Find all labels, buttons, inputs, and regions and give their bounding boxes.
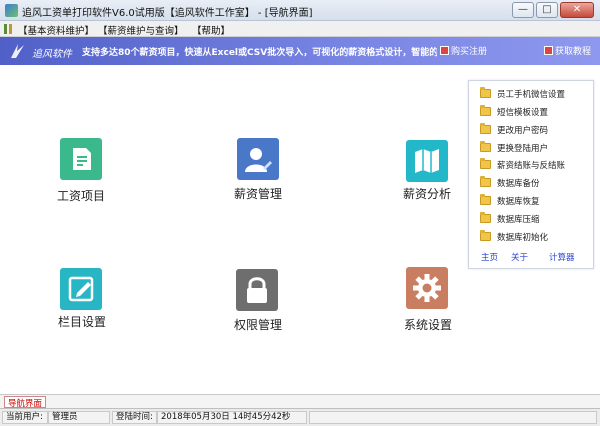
cart-icon	[440, 46, 449, 55]
side-item-label: 数据库备份	[497, 179, 540, 189]
side-item-wechat-settings[interactable]: 员工手机微信设置	[480, 87, 566, 102]
folder-icon	[480, 123, 491, 134]
side-item-label: 数据库恢复	[497, 197, 540, 207]
folder-icon	[480, 194, 491, 205]
side-item-sms-template[interactable]: 短信模板设置	[480, 105, 549, 120]
logo-icon	[11, 44, 24, 58]
folder-icon	[480, 158, 491, 169]
menu-grip-icon	[4, 24, 12, 34]
window-controls: — □ ✕	[512, 2, 594, 18]
side-item-label: 短信模板设置	[497, 108, 549, 118]
tab-strip: 导航界面	[0, 394, 600, 409]
folder-icon	[480, 230, 491, 241]
tile-salary-analysis-label: 薪资分析	[403, 187, 452, 201]
side-item-switch-user[interactable]: 更换登陆用户	[480, 141, 549, 156]
side-item-db-init[interactable]: 数据库初始化	[480, 230, 549, 245]
book-icon	[544, 46, 553, 55]
side-item-db-backup[interactable]: 数据库备份	[480, 176, 540, 191]
current-user-value: 管理员	[48, 411, 110, 424]
current-user-label: 当前用户:	[2, 411, 48, 424]
tile-salary-manage-label: 薪资管理	[234, 187, 283, 201]
banner: 追风软件 支持多达80个薪资项目，快速从Excel或CSV批次导入，可视化的薪资…	[0, 37, 600, 65]
side-item-label: 数据库压缩	[497, 215, 540, 225]
tile-salary-items-label: 工资项目	[57, 189, 106, 203]
app-icon	[5, 4, 18, 17]
get-tutorial-label: 获取教程	[555, 47, 592, 57]
side-item-db-compress[interactable]: 数据库压缩	[480, 212, 540, 227]
window-title: 追风工资单打印软件V6.0试用版【追风软件工作室】 - [导航界面]	[22, 8, 313, 19]
folder-icon	[480, 212, 491, 223]
side-item-db-restore[interactable]: 数据库恢复	[480, 194, 540, 209]
menu-basic-data[interactable]: 【基本资料维护】	[18, 23, 94, 37]
edit-icon	[60, 268, 102, 310]
tile-permission-manage-label: 权限管理	[234, 318, 283, 332]
quick-actions-panel: 员工手机微信设置 短信模板设置 更改用户密码 更换登陆用户 薪资结账与反结账 数…	[468, 80, 594, 269]
menu-bar: 【基本资料维护】 【薪资维护与查询】 【帮助】	[0, 21, 600, 37]
home-link[interactable]: 主页	[481, 251, 498, 263]
tile-system-settings-label: 系统设置	[404, 318, 453, 332]
tile-column-settings-label: 栏目设置	[58, 315, 107, 329]
status-spacer	[309, 411, 597, 424]
status-bar: 当前用户: 管理员 登陆时间: 2018年05月30日 14时45分42秒	[0, 408, 600, 426]
side-item-label: 数据库初始化	[497, 233, 549, 243]
folder-icon	[480, 87, 491, 98]
side-item-change-password[interactable]: 更改用户密码	[480, 123, 549, 138]
tab-navigation[interactable]: 导航界面	[4, 396, 47, 409]
menu-help[interactable]: 【帮助】	[192, 23, 230, 37]
side-item-label: 更改用户密码	[497, 126, 549, 136]
side-item-label: 员工手机微信设置	[497, 90, 566, 100]
menu-salary-query[interactable]: 【薪资维护与查询】	[98, 23, 184, 37]
login-time-value: 2018年05月30日 14时45分42秒	[157, 411, 307, 424]
folder-icon	[480, 105, 491, 116]
folder-icon	[480, 141, 491, 152]
user-edit-icon	[237, 138, 279, 180]
login-time-label: 登陆时间:	[112, 411, 157, 424]
side-item-label: 更换登陆用户	[497, 144, 549, 154]
document-icon	[60, 138, 102, 180]
title-bar: 追风工资单打印软件V6.0试用版【追风软件工作室】 - [导航界面] — □ ✕	[0, 0, 600, 21]
banner-marquee: 支持多达80个薪资项目，快速从Excel或CSV批次导入，可视化的薪资格式设计，…	[82, 48, 437, 58]
minimize-button[interactable]: —	[512, 2, 534, 18]
side-item-label: 薪资结账与反结账	[497, 161, 566, 171]
buy-register-button[interactable]: 购买注册	[440, 44, 487, 57]
about-link[interactable]: 关于	[511, 251, 528, 263]
gear-icon	[406, 267, 448, 309]
buy-register-label: 购买注册	[451, 47, 488, 57]
logo-text: 追风软件	[32, 49, 72, 60]
side-item-salary-closing[interactable]: 薪资结账与反结账	[480, 158, 566, 173]
map-icon	[406, 140, 448, 182]
folder-icon	[480, 176, 491, 187]
calculator-link[interactable]: 计算器	[549, 251, 575, 263]
get-tutorial-button[interactable]: 获取教程	[544, 44, 591, 57]
maximize-button[interactable]: □	[536, 2, 558, 18]
lock-icon	[236, 269, 278, 311]
close-button[interactable]: ✕	[560, 2, 594, 18]
